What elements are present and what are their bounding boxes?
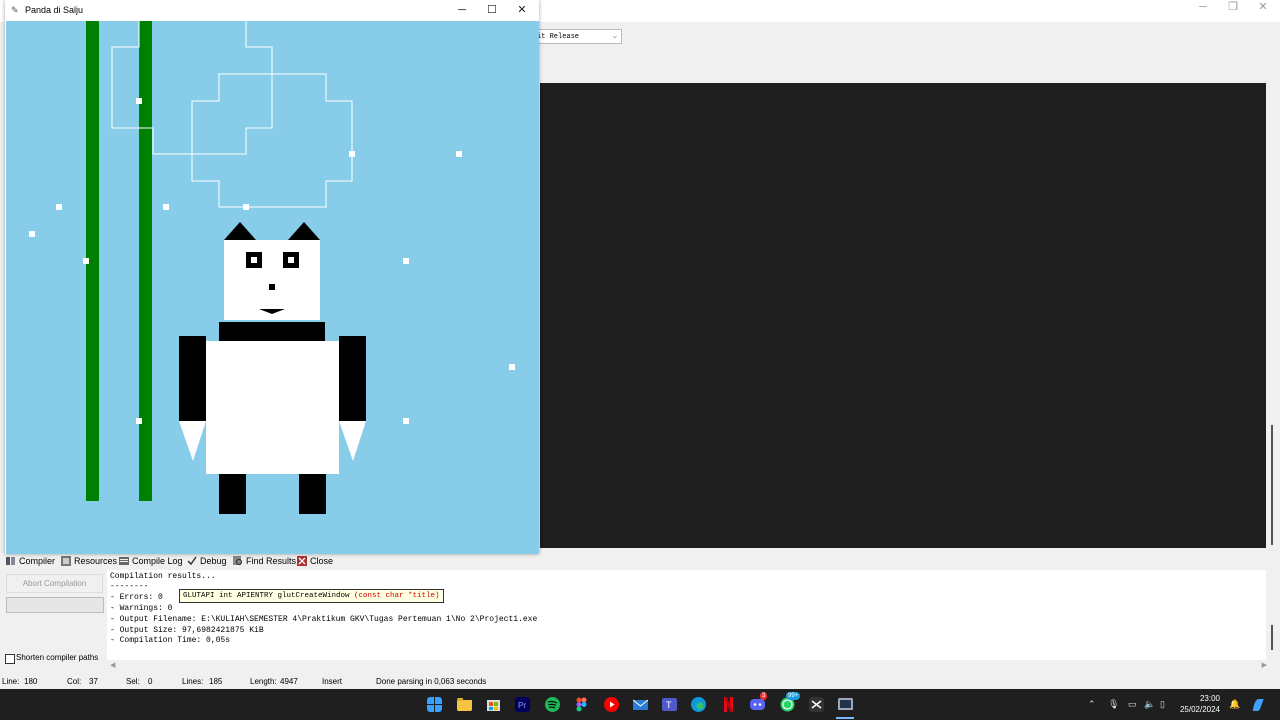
log-line: - Output Size: 97,6982421875 KiB xyxy=(110,626,264,635)
glut-window[interactable]: ✎ Panda di Salju ─ ☐ ✕ xyxy=(5,0,539,554)
scroll-right-icon[interactable]: ▶ xyxy=(1262,661,1267,669)
tab-label: Compile Log xyxy=(132,556,183,566)
compile-progress-bar xyxy=(6,597,104,613)
tab-find-results[interactable]: Find Results xyxy=(233,555,296,567)
tab-label: Find Results xyxy=(246,556,297,566)
close-tab-icon xyxy=(297,556,307,566)
status-message: Done parsing in 0,063 seconds xyxy=(376,677,487,686)
log-line: - Output Filename: E:\KULIAH\SEMESTER 4\… xyxy=(110,615,538,624)
status-line-value: 180 xyxy=(24,677,38,686)
discord-badge: 3 xyxy=(760,692,768,700)
teams-icon[interactable]: T xyxy=(662,697,677,712)
volume-icon[interactable]: 🔈 xyxy=(1144,699,1155,710)
log-horizontal-scrollbar[interactable]: ◀ ▶ xyxy=(107,660,1271,670)
resources-icon xyxy=(61,556,71,566)
tab-label: Close xyxy=(310,556,334,566)
notification-bell-icon[interactable]: 🔔 xyxy=(1229,699,1240,710)
svg-text:Pr: Pr xyxy=(518,701,526,710)
status-lines-label: Lines: xyxy=(182,677,204,686)
premiere-icon[interactable]: Pr xyxy=(515,697,530,712)
shorten-paths-checkbox[interactable] xyxy=(5,654,15,664)
window-title: Panda di Salju xyxy=(25,5,84,15)
battery-icon[interactable]: ▯ xyxy=(1160,699,1165,710)
abort-compilation-button[interactable]: Abort Compilation xyxy=(6,574,103,593)
log-line: - Errors: 0 xyxy=(110,593,163,602)
tooltip-params: (const char *title) xyxy=(354,592,440,600)
tab-close[interactable]: Close xyxy=(297,555,333,567)
scrollbar-thumb[interactable] xyxy=(1271,625,1273,650)
edge-icon[interactable] xyxy=(691,697,706,712)
spotify-icon[interactable] xyxy=(545,697,560,712)
bottom-panel-tabs: Compiler Resources Compile Log Debug Fin… xyxy=(0,553,1280,569)
store-icon[interactable] xyxy=(486,697,501,712)
system-clock[interactable]: 23:00 25/02/2024 xyxy=(1180,693,1220,715)
display-icon[interactable]: ▭ xyxy=(1128,699,1137,710)
ide-minimize-button[interactable]: ─ xyxy=(1188,0,1218,16)
compiler-icon xyxy=(6,557,15,565)
bamboo-stalk xyxy=(139,21,152,501)
debug-check-icon xyxy=(187,556,197,566)
shorten-paths-label: Shorten compiler paths xyxy=(16,653,99,662)
log-line: -------- xyxy=(110,582,149,591)
mail-icon[interactable] xyxy=(633,697,648,712)
status-line-label: Line: xyxy=(2,677,20,686)
status-insert-mode: Insert xyxy=(322,677,343,686)
netflix-icon[interactable] xyxy=(721,697,736,712)
clock-date: 25/02/2024 xyxy=(1179,705,1220,714)
tab-resources[interactable]: Resources xyxy=(61,555,117,567)
svg-text:T: T xyxy=(666,700,672,710)
log-line: Compilation results... xyxy=(110,572,216,581)
maximize-button[interactable]: ☐ xyxy=(478,2,506,18)
windows-start-icon[interactable] xyxy=(427,697,442,712)
tab-compile-log[interactable]: Compile Log xyxy=(119,555,183,567)
copilot-icon[interactable] xyxy=(1251,697,1266,712)
tray-overflow-chevron-icon[interactable]: ⌃ xyxy=(1088,699,1096,710)
scrollbar-thumb[interactable] xyxy=(1271,425,1273,545)
close-button[interactable]: ✕ xyxy=(508,2,536,18)
youtube-icon[interactable] xyxy=(604,697,619,712)
status-col-value: 37 xyxy=(89,677,98,686)
find-results-icon xyxy=(233,556,242,565)
compile-log-output[interactable]: Compilation results... -------- - Errors… xyxy=(107,570,1271,660)
editor-scrollbar[interactable] xyxy=(1266,83,1280,553)
tab-debug[interactable]: Debug xyxy=(187,555,227,567)
clock-time: 23:00 xyxy=(1199,694,1220,703)
status-bar: Line: 180 Col: 37 Sel: 0 Lines: 185 Leng… xyxy=(0,675,1280,689)
tab-label: Compiler xyxy=(19,556,56,566)
whatsapp-badge: 99+ xyxy=(786,692,801,700)
function-signature-tooltip: GLUTAPI int APIENTRY glutCreateWindow (c… xyxy=(179,589,444,603)
log-line: - Compilation Time: 0,05s xyxy=(110,636,231,645)
opengl-canvas[interactable] xyxy=(6,21,539,554)
file-explorer-icon[interactable] xyxy=(457,697,472,712)
tab-label: Debug xyxy=(200,556,227,566)
status-sel-label: Sel: xyxy=(126,677,140,686)
ide-maximize-button[interactable]: ❐ xyxy=(1218,0,1248,16)
capcut-icon[interactable] xyxy=(809,697,824,712)
tab-compiler[interactable]: Compiler xyxy=(6,555,55,567)
status-lines-value: 185 xyxy=(209,677,223,686)
status-col-label: Col: xyxy=(67,677,82,686)
minimize-button[interactable]: ─ xyxy=(448,2,476,18)
scroll-left-icon[interactable]: ◀ xyxy=(110,661,115,669)
code-editor[interactable] xyxy=(540,83,1266,548)
tooltip-signature: GLUTAPI int APIENTRY glutCreateWindow xyxy=(183,592,355,600)
devcpp-icon[interactable] xyxy=(838,697,853,712)
log-vertical-scrollbar[interactable] xyxy=(1266,570,1280,660)
chevron-down-icon: ⌵ xyxy=(612,33,617,41)
microphone-icon[interactable]: 🎙 xyxy=(1108,699,1119,710)
app-icon: ✎ xyxy=(11,5,19,15)
tab-label: Resources xyxy=(74,556,118,566)
status-length-value: 4947 xyxy=(280,677,298,686)
status-sel-value: 0 xyxy=(148,677,153,686)
ide-close-button[interactable]: ✕ xyxy=(1248,0,1278,16)
active-app-indicator xyxy=(836,717,854,719)
glut-titlebar[interactable]: ✎ Panda di Salju ─ ☐ ✕ xyxy=(5,0,539,20)
windows-taskbar: Pr T 3 99+ ⌃ 🎙 ▭ 🔈 ▯ 23:00 25/02/2024 🔔 xyxy=(0,689,1280,720)
status-length-label: Length: xyxy=(250,677,277,686)
build-config-value: it Release xyxy=(537,33,580,41)
log-line: - Warnings: 0 xyxy=(110,604,173,613)
compile-log-icon xyxy=(119,557,129,565)
build-config-select[interactable]: it Release ⌵ xyxy=(530,29,622,44)
figma-icon[interactable] xyxy=(574,697,589,712)
